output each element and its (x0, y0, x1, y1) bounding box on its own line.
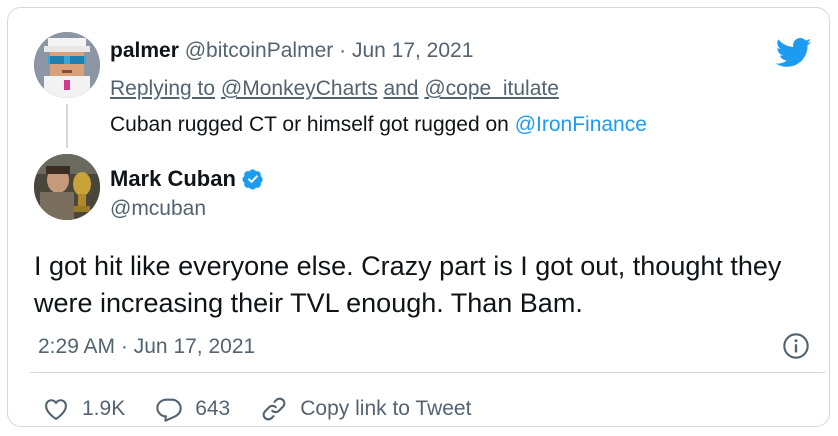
replying-to-line: Replying to @MonkeyCharts and @cope_itul… (110, 76, 559, 102)
like-count: 1.9K (82, 397, 126, 420)
parent-text-mention[interactable]: @IronFinance (515, 113, 647, 136)
info-icon[interactable] (782, 332, 810, 360)
timestamp-date: Jun 17, 2021 (133, 335, 256, 358)
parent-avatar[interactable] (34, 32, 100, 98)
main-handle[interactable]: @mcuban (110, 196, 206, 222)
reply-button[interactable]: 643 (155, 395, 230, 423)
verified-badge-icon (242, 169, 263, 190)
parent-date[interactable]: Jun 17, 2021 (352, 39, 473, 62)
profile-photo-icon (34, 154, 100, 220)
parent-handle[interactable]: @bitcoinPalmer (185, 39, 334, 62)
main-avatar[interactable] (34, 154, 100, 220)
timestamp-time: 2:29 AM (38, 335, 116, 358)
pixel-art-avatar-icon (34, 32, 100, 98)
timestamp-separator: · (120, 335, 128, 358)
reply-and-text: and (383, 77, 419, 100)
parent-tweet-text: Cuban rugged CT or himself got rugged on… (110, 112, 647, 138)
copy-link-label: Copy link to Tweet (300, 397, 472, 420)
tweet-card: palmer @bitcoinPalmer · Jun 17, 2021 Rep… (7, 7, 830, 427)
replying-to-prefix[interactable]: Replying to (110, 77, 215, 100)
reply-to-mention-1[interactable]: @MonkeyCharts (221, 77, 378, 100)
header-separator: · (339, 39, 347, 62)
link-icon (262, 397, 286, 421)
main-timestamp[interactable]: 2:29 AM · Jun 17, 2021 (38, 334, 255, 360)
like-button[interactable]: 1.9K (42, 395, 125, 423)
reply-bubble-icon (156, 398, 182, 422)
divider (30, 372, 825, 373)
action-bar: 1.9K 643 Copy link to Tweet (42, 394, 501, 424)
thread-connector-line (66, 104, 68, 148)
reply-to-mention-2[interactable]: @cope_itulate (424, 77, 559, 100)
parent-text-body: Cuban rugged CT or himself got rugged on (110, 113, 509, 136)
copy-link-button[interactable]: Copy link to Tweet (260, 395, 471, 423)
reply-count: 643 (195, 397, 231, 420)
twitter-bird-icon[interactable] (776, 38, 812, 68)
main-tweet-text: I got hit like everyone else. Crazy part… (34, 251, 782, 318)
heart-icon (45, 399, 67, 420)
main-name-row: Mark Cuban (110, 166, 264, 192)
parent-display-name[interactable]: palmer (110, 39, 179, 62)
parent-tweet-header: palmer @bitcoinPalmer · Jun 17, 2021 (110, 38, 473, 64)
main-display-name[interactable]: Mark Cuban (110, 166, 236, 192)
